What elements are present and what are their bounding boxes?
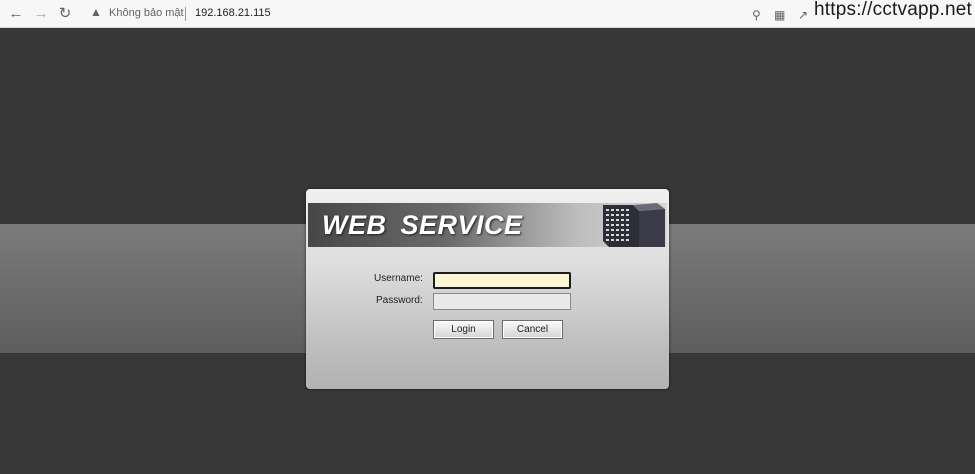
password-label: Password: [376,295,423,306]
username-label: Username: [374,273,423,284]
banner-title: WEB SERVICE [322,210,523,240]
login-button[interactable]: Login [433,320,494,339]
translate-icon[interactable]: ▦ [774,8,785,22]
security-label[interactable]: Không bảo mật [109,7,184,19]
url-text[interactable]: 192.168.21.115 [195,7,271,19]
username-input[interactable] [433,272,571,289]
password-input[interactable] [433,293,571,310]
server-rack-icon [603,203,665,247]
cancel-button[interactable]: Cancel [502,320,563,339]
warning-icon[interactable]: ▲ [90,5,102,19]
login-dialog: WEB SERVICE Username: Password: Login Ca… [306,189,669,389]
share-icon[interactable]: ↗ [798,8,808,22]
arrow-right-icon[interactable]: → [32,5,50,23]
web-service-banner: WEB SERVICE [308,203,667,247]
reload-icon[interactable]: ↻ [56,5,74,23]
address-separator [185,7,186,21]
browser-toolbar: ← → ↻ ▲ Không bảo mật 192.168.21.115 ⚲ ▦… [0,0,975,28]
watermark-text: https://cctvapp.net [814,0,972,20]
key-icon[interactable]: ⚲ [752,8,761,22]
arrow-left-icon[interactable]: ← [7,5,25,23]
